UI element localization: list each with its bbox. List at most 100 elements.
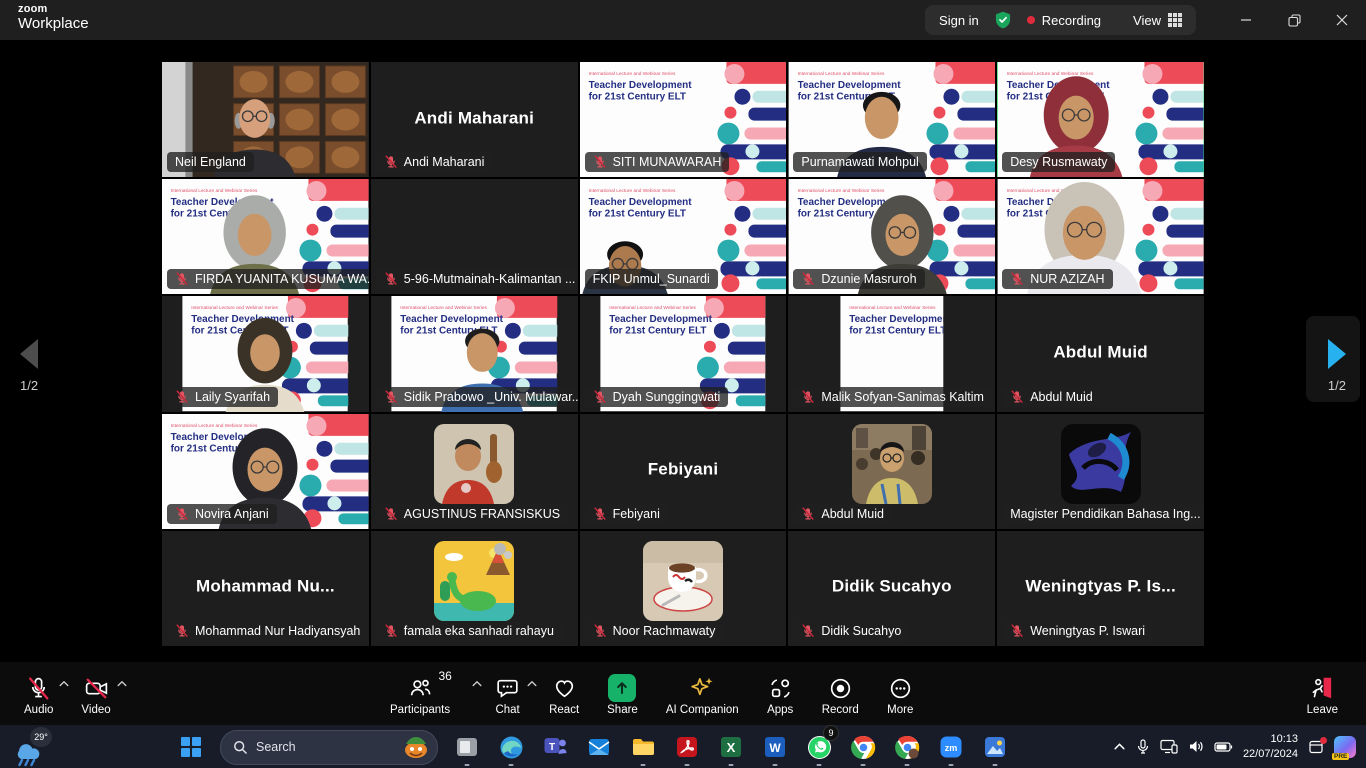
minimize-button[interactable]: [1222, 0, 1270, 40]
explorer-taskbar-icon[interactable]: [624, 728, 662, 766]
apps-button[interactable]: Apps: [753, 662, 808, 725]
participant-display-name: Weningtyas P. Is...: [997, 577, 1204, 597]
taskbar-clock[interactable]: 10:1322/07/2024: [1243, 732, 1298, 762]
record-button[interactable]: Record: [808, 662, 873, 725]
mail-taskbar-icon[interactable]: [580, 728, 618, 766]
photos-taskbar-icon[interactable]: [976, 728, 1014, 766]
participant-tile[interactable]: International Lecture and Webinar Series…: [580, 296, 787, 411]
share-button[interactable]: Share: [593, 662, 652, 725]
weather-widget[interactable]: 29°: [10, 727, 64, 767]
word-taskbar-icon[interactable]: W: [756, 728, 794, 766]
participant-tile[interactable]: Mohammad Nu... Mohammad Nur Hadiyansyah: [162, 531, 369, 646]
ai-icon: [688, 672, 716, 702]
svg-text:for 21st Century ELT: for 21st Century ELT: [589, 92, 686, 103]
svg-text:International Lecture and Webi: International Lecture and Webinar Series: [609, 305, 696, 311]
participant-tile[interactable]: International Lecture and Webinar Series…: [997, 179, 1204, 294]
previous-page-arrow-icon[interactable]: [16, 337, 42, 376]
participant-tile[interactable]: International Lecture and Webinar Series…: [162, 296, 369, 411]
leave-button[interactable]: Leave: [1293, 662, 1352, 725]
svg-text:for 21st Century ELT: for 21st Century ELT: [609, 326, 706, 337]
close-button[interactable]: [1318, 0, 1366, 40]
participant-tile[interactable]: 5-96-Mutmainah-Kalimantan ...: [371, 179, 578, 294]
participants-button[interactable]: 36 Participants: [376, 662, 480, 725]
restore-button[interactable]: [1270, 0, 1318, 40]
running-indicator: [729, 764, 734, 767]
view-button[interactable]: View: [1133, 13, 1182, 28]
participant-name-label: Didik Sucahyo: [793, 621, 909, 641]
chrome2-taskbar-icon[interactable]: [888, 728, 926, 766]
video-caret-icon[interactable]: [117, 674, 127, 692]
recording-indicator[interactable]: Recording: [1027, 13, 1101, 28]
participant-tile[interactable]: International Lecture and Webinar Series…: [788, 62, 995, 177]
participant-tile[interactable]: International Lecture and Webinar Series…: [162, 414, 369, 529]
participant-tile[interactable]: AGUSTINUS FRANSISKUS: [371, 414, 578, 529]
participant-tile[interactable]: famala eka sanhadi rahayu: [371, 531, 578, 646]
participant-display-name: Andi Maharani: [371, 108, 578, 128]
participant-tile[interactable]: Noor Rachmawaty: [580, 531, 787, 646]
taskbar-search[interactable]: Search: [220, 730, 438, 765]
mic-muted-icon: [384, 390, 398, 404]
mic-muted-icon: [801, 507, 815, 521]
participant-tile[interactable]: International Lecture and Webinar Series…: [788, 296, 995, 411]
video-button[interactable]: Video: [67, 662, 124, 725]
tray-speaker-icon[interactable]: [1188, 739, 1204, 754]
acrobat-taskbar-icon[interactable]: [668, 728, 706, 766]
chat-icon: [494, 672, 521, 702]
next-page-arrow-icon[interactable]: [1324, 337, 1350, 376]
recording-dot-icon: [1027, 16, 1035, 24]
more-button[interactable]: More: [873, 662, 928, 725]
participant-grid: Neil EnglandAndi Maharani Andi Maharani …: [162, 62, 1204, 646]
excel-taskbar-icon[interactable]: X: [712, 728, 750, 766]
teams-taskbar-icon[interactable]: T: [536, 728, 574, 766]
audio-label: Audio: [24, 704, 53, 716]
start-button[interactable]: [172, 728, 210, 766]
participant-tile[interactable]: International Lecture and Webinar Series…: [371, 296, 578, 411]
react-button[interactable]: React: [535, 662, 593, 725]
tray-mic-icon[interactable]: [1136, 739, 1150, 755]
participant-tile[interactable]: Andi Maharani Andi Maharani: [371, 62, 578, 177]
participant-tile[interactable]: Neil England: [162, 62, 369, 177]
ai-button[interactable]: AI Companion: [652, 662, 753, 725]
window-taskbar-icon[interactable]: [448, 728, 486, 766]
svg-text:Teacher Development: Teacher Development: [609, 314, 712, 325]
participant-display-name: Mohammad Nu...: [162, 577, 369, 597]
participant-tile[interactable]: Abdul Muid: [788, 414, 995, 529]
participant-tile[interactable]: Didik Sucahyo Didik Sucahyo: [788, 531, 995, 646]
whatsapp-taskbar-icon[interactable]: 9: [800, 728, 838, 766]
participant-tile[interactable]: Weningtyas P. Is... Weningtyas P. Iswari: [997, 531, 1204, 646]
sign-in-button[interactable]: Sign in: [939, 13, 979, 28]
participant-name-label: Weningtyas P. Iswari: [1002, 621, 1153, 641]
record-label: Record: [822, 704, 859, 716]
tray-cast-icon[interactable]: [1160, 739, 1178, 754]
chrome-taskbar-icon[interactable]: [844, 728, 882, 766]
copilot-preview-icon[interactable]: PRE: [1334, 736, 1356, 758]
participant-name-label: Desy Rusmawaty: [1002, 152, 1115, 172]
running-indicator: [773, 764, 778, 767]
participant-name-text: 5-96-Mutmainah-Kalimantan ...: [404, 272, 576, 286]
participant-name-label: Dyah Sunggingwati: [585, 387, 729, 407]
security-shield-icon[interactable]: [993, 10, 1013, 30]
participant-name-text: famala eka sanhadi rahayu: [404, 624, 554, 638]
participant-tile[interactable]: Febiyani Febiyani: [580, 414, 787, 529]
participant-tile[interactable]: Magister Pendidikan Bahasa Ing...: [997, 414, 1204, 529]
svg-text:International Lecture and Webi: International Lecture and Webinar Series: [1006, 71, 1093, 77]
svg-text:Teacher Development: Teacher Development: [797, 80, 901, 91]
svg-text:International Lecture and Webi: International Lecture and Webinar Series: [192, 305, 279, 311]
edge-taskbar-icon[interactable]: [492, 728, 530, 766]
participant-name-text: Dzunie Masruroh: [821, 272, 916, 286]
participant-tile[interactable]: International Lecture and Webinar Series…: [997, 62, 1204, 177]
svg-text:Teacher Development: Teacher Development: [589, 197, 693, 208]
svg-text:International Lecture and Webi: International Lecture and Webinar Series: [400, 305, 487, 311]
tray-battery-icon[interactable]: [1214, 741, 1233, 753]
participant-tile[interactable]: Abdul Muid Abdul Muid: [997, 296, 1204, 411]
participant-tile[interactable]: International Lecture and Webinar Series…: [162, 179, 369, 294]
participant-tile[interactable]: International Lecture and Webinar Series…: [580, 62, 787, 177]
notification-icon[interactable]: [1308, 739, 1324, 755]
participant-tile[interactable]: International Lecture and Webinar Series…: [788, 179, 995, 294]
chat-button[interactable]: Chat: [480, 662, 535, 725]
participant-tile[interactable]: International Lecture and Webinar Series…: [580, 179, 787, 294]
hidden-icons-chevron[interactable]: [1113, 740, 1126, 753]
participant-name-text: Dyah Sunggingwati: [613, 390, 721, 404]
audio-button[interactable]: Audio: [10, 662, 67, 725]
zoom-taskbar-icon[interactable]: zm: [932, 728, 970, 766]
